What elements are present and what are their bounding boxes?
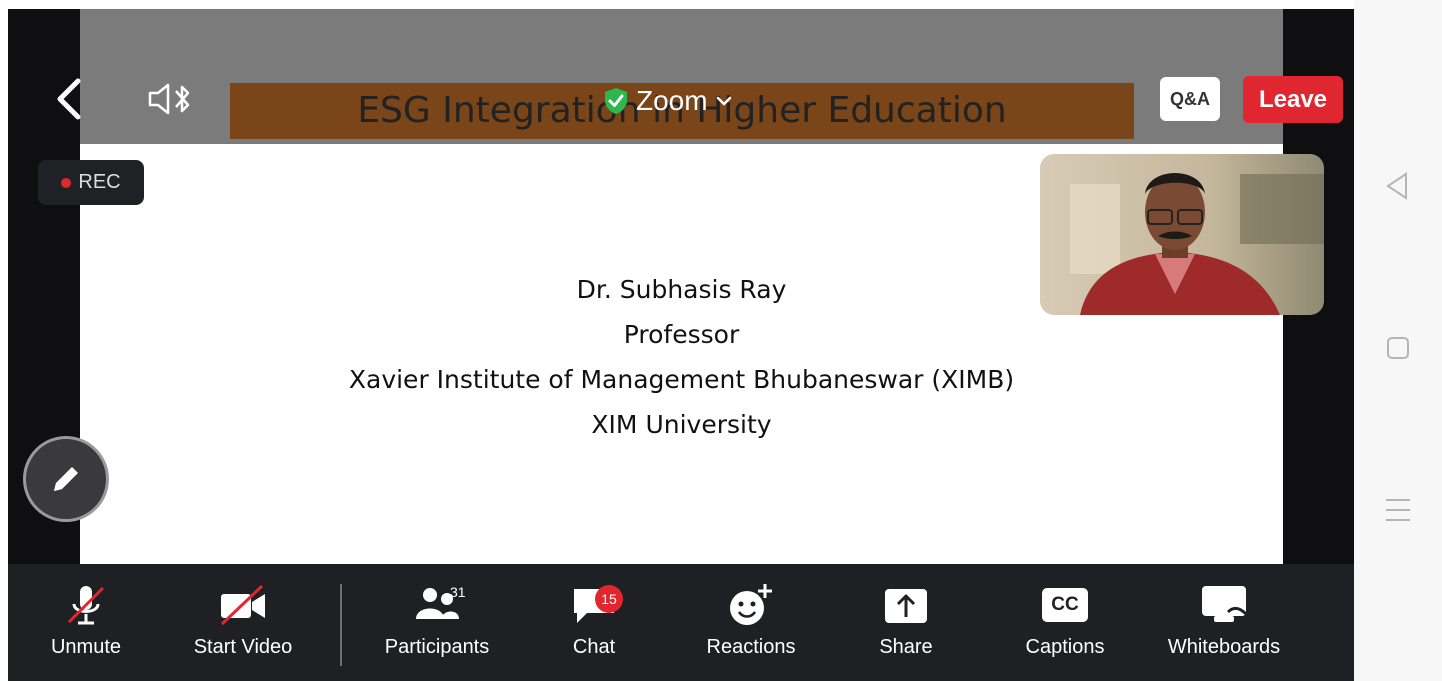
video-off-icon: [220, 584, 265, 626]
system-nav-rail: [1354, 0, 1442, 681]
captions-label: Captions: [1025, 636, 1105, 658]
captions-icon: CC: [1042, 588, 1088, 622]
nav-menu-icon[interactable]: [1382, 494, 1414, 526]
participants-label: Participants: [384, 636, 490, 658]
recording-label: REC: [78, 171, 121, 193]
participants-button[interactable]: 31 Participants: [381, 564, 493, 681]
whiteboards-label: Whiteboards: [1167, 636, 1281, 658]
back-icon: [57, 78, 81, 120]
annotate-button[interactable]: [23, 436, 109, 522]
pencil-icon: [54, 467, 78, 491]
meeting-screen: ESG Integration in Higher Education Dr. …: [8, 9, 1354, 681]
share-label: Share: [879, 636, 933, 658]
recording-badge: REC: [38, 160, 144, 205]
slide-line-role: Professor: [623, 320, 740, 349]
whiteboard-icon: [1202, 586, 1248, 622]
unmute-button[interactable]: Unmute: [50, 564, 122, 681]
back-button[interactable]: [52, 77, 88, 121]
recording-dot-icon: [61, 177, 72, 188]
meeting-title-dropdown[interactable]: Zoom: [604, 81, 732, 121]
chat-label: Chat: [572, 636, 616, 658]
nav-back-icon[interactable]: [1382, 170, 1414, 202]
chevron-down-icon: [716, 96, 731, 106]
leave-button[interactable]: Leave: [1243, 76, 1343, 123]
audio-output-button[interactable]: [146, 81, 194, 117]
meeting-topbar: Zoom Q&A Leave: [8, 9, 1354, 144]
reactions-button[interactable]: Reactions: [700, 564, 802, 681]
slide-line-university: XIM University: [591, 410, 772, 439]
unmute-label: Unmute: [50, 636, 122, 658]
meeting-title: Zoom: [636, 85, 708, 116]
chat-unread-badge: 15: [595, 585, 623, 613]
start-video-button[interactable]: Start Video: [188, 564, 298, 681]
shield-check-icon: [605, 88, 627, 114]
mic-off-icon: [67, 586, 105, 625]
qa-button[interactable]: Q&A: [1160, 77, 1220, 121]
speaker-video-thumbnail[interactable]: [1040, 154, 1324, 315]
share-icon: [885, 589, 927, 623]
slide-line-institute: Xavier Institute of Management Bhubanesw…: [348, 365, 1015, 394]
captions-button[interactable]: CC Captions: [1020, 564, 1110, 681]
speaker-bluetooth-icon: [148, 83, 190, 115]
whiteboards-button[interactable]: Whiteboards: [1163, 564, 1285, 681]
start-video-label: Start Video: [193, 636, 293, 658]
meeting-toolbar: Unmute Start Video 31 Participants 15 Ch…: [8, 564, 1354, 681]
nav-home-icon[interactable]: [1382, 332, 1414, 364]
chat-button[interactable]: 15 Chat: [559, 564, 629, 681]
speaker-video-image: [1040, 154, 1324, 315]
reactions-label: Reactions: [706, 636, 796, 658]
toolbar-divider: [340, 584, 342, 666]
share-button[interactable]: Share: [871, 564, 941, 681]
reactions-icon: [730, 584, 772, 625]
participants-count: 31: [450, 584, 466, 600]
